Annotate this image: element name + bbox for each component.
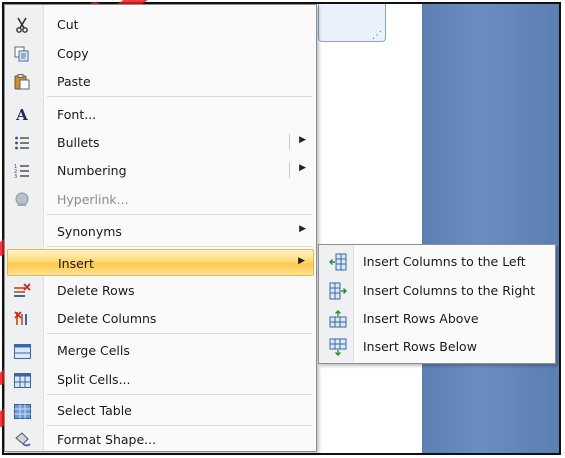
format-shape-icon (13, 431, 31, 449)
copy-icon (13, 45, 31, 63)
bullets-icon (13, 134, 31, 152)
delete-columns-icon (13, 310, 31, 328)
context-menu: Cut Copy Paste A Font... Bullets ▶ 123 N… (4, 4, 317, 452)
insert-rows-below-icon (329, 338, 347, 356)
menu-item-delete-rows[interactable]: Delete Rows (7, 277, 314, 304)
menu-item-label: Merge Cells (57, 343, 130, 358)
menu-separator (47, 246, 312, 247)
menu-separator (47, 333, 312, 334)
menu-separator (47, 394, 312, 395)
submenu-item-label: Insert Columns to the Right (363, 283, 536, 298)
menu-item-numbering[interactable]: 123 Numbering ▶ (7, 157, 314, 184)
submenu-item-label: Insert Rows Below (363, 339, 477, 354)
menu-item-hyperlink: Hyperlink... (7, 186, 314, 213)
submenu-item-label: Insert Columns to the Left (363, 254, 526, 269)
menu-item-merge-cells[interactable]: Merge Cells (7, 337, 314, 364)
menu-item-synonyms[interactable]: Synonyms ▶ (7, 218, 314, 245)
menu-item-paste[interactable]: Paste (7, 68, 314, 95)
hyperlink-icon (13, 191, 31, 209)
menu-separator (47, 214, 312, 215)
menu-item-label: Numbering (57, 163, 127, 178)
insert-columns-right-icon (329, 282, 347, 300)
menu-item-font[interactable]: A Font... (7, 101, 314, 128)
select-table-icon (13, 402, 31, 420)
menu-item-label: Delete Columns (57, 311, 157, 326)
svg-text:3: 3 (14, 174, 17, 179)
submenu-item-insert-columns-left[interactable]: Insert Columns to the Left (321, 248, 553, 276)
submenu-item-insert-columns-right[interactable]: Insert Columns to the Right (321, 277, 553, 305)
split-divider (289, 134, 290, 150)
menu-item-label: Cut (57, 17, 79, 32)
menu-separator (47, 96, 312, 97)
insert-submenu: Insert Columns to the Left Insert Column… (318, 244, 556, 364)
scissors-icon (13, 16, 31, 34)
insert-columns-left-icon (329, 253, 347, 271)
menu-item-bullets[interactable]: Bullets ▶ (7, 129, 314, 156)
font-icon: A (16, 106, 28, 124)
menu-item-label: Paste (57, 74, 91, 89)
submenu-arrow-icon: ▶ (299, 224, 306, 234)
submenu-arrow-icon[interactable]: ▶ (299, 163, 306, 173)
menu-item-label: Split Cells... (57, 372, 131, 387)
menu-item-label: Synonyms (57, 224, 122, 239)
menu-item-label: Insert (58, 256, 94, 271)
submenu-item-insert-rows-above[interactable]: Insert Rows Above (321, 305, 553, 333)
submenu-arrow-icon: ▶ (298, 256, 305, 266)
menu-item-label: Format Shape... (57, 432, 157, 447)
split-cells-icon (13, 371, 31, 389)
menu-item-insert[interactable]: Insert ▶ (7, 249, 314, 276)
merge-cells-icon (13, 342, 31, 360)
submenu-item-insert-rows-below[interactable]: Insert Rows Below (321, 333, 553, 361)
menu-item-label: Copy (57, 46, 89, 61)
insert-rows-above-icon (329, 310, 347, 328)
menu-item-label: Bullets (57, 135, 100, 150)
menu-item-copy[interactable]: Copy (7, 40, 314, 67)
menu-item-label: Select Table (57, 403, 132, 418)
selected-shape[interactable] (318, 4, 386, 42)
menu-item-label: Font... (57, 107, 97, 122)
menu-item-label: Hyperlink... (57, 192, 129, 207)
menu-item-select-table[interactable]: Select Table (7, 397, 314, 424)
document-background (422, 4, 559, 453)
paste-icon (13, 73, 31, 91)
menu-item-format-shape[interactable]: Format Shape... (7, 426, 314, 453)
numbering-icon: 123 (13, 162, 31, 180)
menu-item-delete-columns[interactable]: Delete Columns (7, 305, 314, 332)
submenu-arrow-icon[interactable]: ▶ (299, 135, 306, 145)
menu-item-label: Delete Rows (57, 283, 135, 298)
split-divider (289, 162, 290, 178)
menu-item-split-cells[interactable]: Split Cells... (7, 366, 314, 393)
delete-rows-icon (13, 282, 31, 300)
menu-item-cut[interactable]: Cut (7, 11, 314, 38)
submenu-item-label: Insert Rows Above (363, 311, 479, 326)
